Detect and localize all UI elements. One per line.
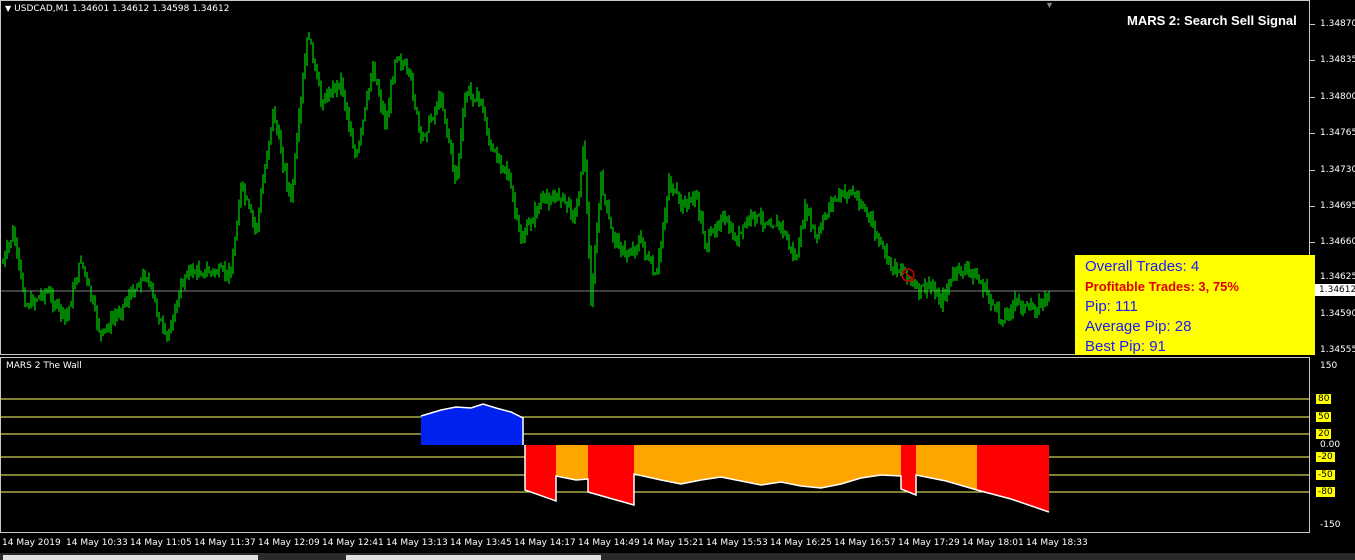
price-tick [1310, 133, 1315, 134]
sell-zone-orange-2 [634, 445, 901, 488]
chart-tab[interactable] [346, 555, 601, 560]
indicator-pane[interactable] [0, 357, 1310, 533]
time-label: 14 May 14:17 [514, 538, 576, 548]
dropdown-triangle-icon[interactable]: ▼ [5, 4, 11, 13]
time-label: 14 May 13:13 [386, 538, 448, 548]
indicator-name: MARS 2 The Wall [6, 361, 82, 371]
time-label: 14 May 11:37 [194, 538, 256, 548]
time-label: 14 May 12:09 [258, 538, 320, 548]
sell-zone-red-2 [588, 445, 634, 505]
chart-tab[interactable] [3, 555, 258, 560]
profitable-trades: Profitable Trades: 3, 75% [1085, 279, 1239, 294]
ind-axis-top: 150 [1320, 361, 1338, 371]
candles-group [2, 32, 1050, 342]
price-label: 1.34800 [1320, 92, 1355, 102]
price-label: 1.34660 [1320, 237, 1355, 247]
buy-zone [421, 404, 523, 445]
ind-axis-80: 80 [1316, 394, 1332, 404]
price-tick [1310, 170, 1315, 171]
pip-total: Pip: 111 [1085, 298, 1138, 315]
price-tick [1310, 97, 1315, 98]
current-price-label: 1.34612 [1315, 284, 1355, 296]
sell-zone-red-4 [977, 445, 1049, 512]
price-label: 1.34730 [1320, 165, 1355, 175]
stats-panel: Overall Trades: 4 Profitable Trades: 3, … [1075, 255, 1315, 355]
time-label: 14 May 14:49 [578, 538, 640, 548]
price-tick [1310, 24, 1315, 25]
indicator-canvas [1, 398, 1309, 513]
sell-zone-orange-1 [556, 445, 588, 480]
price-tick [1310, 60, 1315, 61]
time-label: 14 May 2019 [2, 538, 61, 548]
time-label: 14 May 17:29 [898, 538, 960, 548]
time-label: 14 May 11:05 [130, 538, 192, 548]
price-label: 1.34625 [1320, 272, 1355, 282]
signal-title: MARS 2: Search Sell Signal [1127, 13, 1297, 28]
ind-axis-20: 20 [1316, 429, 1332, 439]
price-tick [1310, 242, 1315, 243]
time-label: 14 May 13:45 [450, 538, 512, 548]
ind-axis-50: 50 [1316, 412, 1332, 422]
ind-axis-bottom: -150 [1320, 520, 1341, 530]
symbol-info: ▼ USDCAD,M1 1.34601 1.34612 1.34598 1.346… [5, 4, 229, 14]
ind-axis-zero: 0.00 [1320, 440, 1341, 450]
trade-marker [901, 268, 915, 282]
best-pip: Best Pip: 91 [1085, 338, 1166, 355]
time-label: 14 May 15:53 [706, 538, 768, 548]
time-label: 14 May 16:25 [770, 538, 832, 548]
ind-axis-m50: -50 [1316, 470, 1335, 480]
symbol-info-text: USDCAD,M1 1.34601 1.34612 1.34598 1.3461… [14, 4, 230, 14]
average-pip: Average Pip: 28 [1085, 318, 1192, 335]
sell-zone-red-1 [525, 445, 556, 501]
price-tick [1310, 206, 1315, 207]
price-label: 1.34870 [1320, 19, 1355, 29]
ind-axis-m80: -80 [1316, 487, 1335, 497]
price-label: 1.34555 [1320, 345, 1355, 355]
time-label: 14 May 18:01 [962, 538, 1024, 548]
ind-axis-m20: -20 [1316, 452, 1335, 462]
time-label: 14 May 10:33 [66, 538, 128, 548]
time-label: 14 May 15:21 [642, 538, 704, 548]
overall-trades: Overall Trades: 4 [1085, 258, 1200, 275]
time-label: 14 May 16:57 [834, 538, 896, 548]
price-label: 1.34765 [1320, 128, 1355, 138]
chart-shift-icon[interactable]: ▼ [1045, 0, 1054, 10]
price-label: 1.34695 [1320, 201, 1355, 211]
price-label: 1.34590 [1320, 309, 1355, 319]
time-label: 14 May 18:33 [1026, 538, 1088, 548]
price-label: 1.34835 [1320, 55, 1355, 65]
time-label: 14 May 12:41 [322, 538, 384, 548]
sell-zone-orange-3 [916, 445, 977, 490]
sell-zone-red-3 [901, 445, 916, 495]
